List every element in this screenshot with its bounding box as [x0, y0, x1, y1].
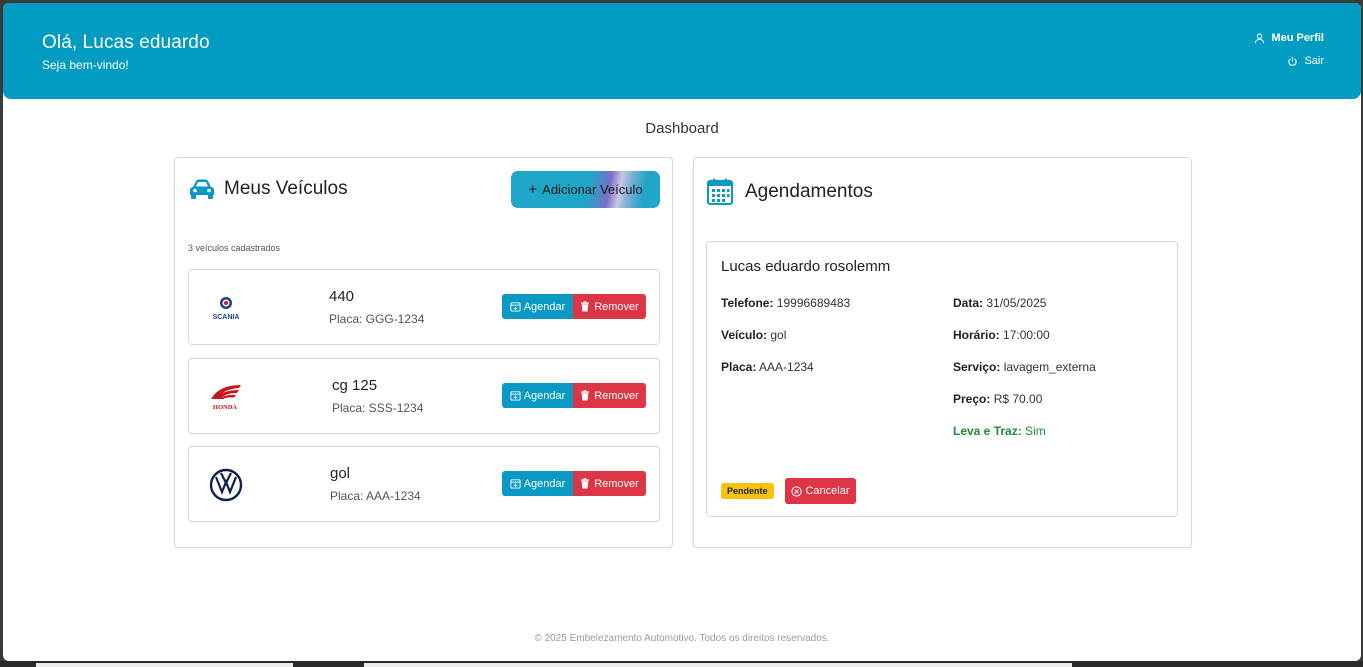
trash-icon: [581, 301, 590, 312]
schedule-label: Agendar: [523, 389, 566, 402]
plus-icon: +: [528, 181, 538, 198]
vehicle-model: gol: [330, 465, 351, 482]
appointment-item: Lucas eduardo rosolemm Telefone: 1999668…: [706, 241, 1178, 517]
appointment-vehicle: Veículo: gol: [721, 328, 787, 342]
taskbar-window-segment[interactable]: [364, 663, 1072, 667]
vehicle-plate: Placa: AAA-1234: [330, 489, 421, 503]
appointment-date: Data: 31/05/2025: [953, 296, 1047, 310]
appointments-title: Agendamentos: [745, 180, 873, 202]
vehicle-plate: Placa: SSS-1234: [332, 401, 424, 415]
profile-label: Meu Perfil: [1271, 32, 1324, 44]
vehicle-item: gol Placa: AAA-1234 Agendar Remover: [188, 446, 660, 522]
vehicle-actions: Agendar Remover: [502, 383, 646, 408]
taskbar-window-segment[interactable]: [36, 663, 293, 667]
vehicle-count: 3 veículos cadastrados: [188, 243, 281, 253]
top-header: Olá, Lucas eduardo Seja bem-vindo! Meu P…: [3, 3, 1361, 99]
logout-link[interactable]: Sair: [1287, 55, 1324, 67]
app-window: Olá, Lucas eduardo Seja bem-vindo! Meu P…: [3, 3, 1361, 661]
calendar-plus-icon: [510, 391, 521, 401]
car-icon: [190, 179, 214, 199]
appointment-service: Serviço: lavagem_externa: [953, 360, 1096, 374]
appointment-phone: Telefone: 19996689483: [721, 296, 851, 310]
appointment-time: Horário: 17:00:00: [953, 328, 1050, 342]
scania-logo-icon: SCANIA: [205, 288, 247, 328]
schedule-button[interactable]: Agendar: [502, 471, 573, 496]
os-taskbar: [0, 661, 1363, 667]
trash-icon: [581, 478, 590, 489]
add-vehicle-label: Adicionar Veículo: [542, 182, 643, 197]
trash-icon: [581, 390, 590, 401]
appointments-card-header: Agendamentos: [707, 178, 873, 205]
schedule-label: Agendar: [523, 477, 566, 490]
profile-link[interactable]: Meu Perfil: [1254, 32, 1324, 44]
appointment-price: Preço: R$ 70.00: [953, 392, 1043, 406]
remove-label: Remover: [594, 389, 639, 402]
logout-label: Sair: [1304, 55, 1324, 67]
remove-label: Remover: [594, 477, 639, 490]
schedule-button[interactable]: Agendar: [502, 383, 573, 408]
vehicle-model: cg 125: [332, 377, 378, 394]
cancel-label: Cancelar: [805, 485, 850, 497]
remove-button[interactable]: Remover: [573, 471, 646, 496]
vehicles-title: Meus Veículos: [224, 178, 348, 199]
footer-copyright: © 2025 Embelezamento Automotivo. Todos o…: [534, 633, 830, 644]
honda-logo-icon: HONDA: [205, 377, 247, 417]
appointments-card: Agendamentos Lucas eduardo rosolemm Tele…: [693, 157, 1192, 548]
vehicle-actions: Agendar Remover: [502, 471, 646, 496]
cancel-appointment-button[interactable]: Cancelar: [785, 478, 856, 504]
appointment-plate: Placa: AAA-1234: [721, 360, 814, 374]
calendar-plus-icon: [510, 302, 521, 312]
vehicle-actions: Agendar Remover: [502, 294, 646, 319]
user-icon: [1255, 33, 1265, 43]
vehicle-model: 440: [329, 288, 355, 305]
greeting-title: Olá, Lucas eduardo: [42, 32, 210, 53]
vehicle-item: HONDA cg 125 Placa: SSS-1234 Agendar Rem…: [188, 358, 660, 434]
appointment-pickup: Leva e Traz: Sim: [953, 424, 1046, 438]
add-vehicle-button[interactable]: + Adicionar Veículo: [511, 171, 660, 208]
calendar-icon: [707, 178, 733, 205]
page-title: Dashboard: [645, 120, 719, 137]
svg-text:HONDA: HONDA: [213, 404, 238, 411]
status-badge: Pendente: [721, 483, 774, 499]
schedule-button[interactable]: Agendar: [502, 294, 573, 319]
remove-button[interactable]: Remover: [573, 294, 646, 319]
remove-label: Remover: [594, 300, 639, 313]
volkswagen-logo-icon: [205, 465, 247, 505]
vehicles-card: Meus Veículos + Adicionar Veículo 3 veíc…: [174, 157, 673, 548]
power-icon: [1288, 56, 1298, 66]
x-circle-icon: [791, 485, 803, 497]
greeting-subtitle: Seja bem-vindo!: [42, 58, 129, 72]
vehicle-plate: Placa: GGG-1234: [329, 312, 425, 326]
vehicle-item: SCANIA 440 Placa: GGG-1234 Agendar Remov…: [188, 269, 660, 345]
appointment-client-name: Lucas eduardo rosolemm: [721, 258, 891, 275]
vehicles-card-header: Meus Veículos: [188, 178, 348, 200]
remove-button[interactable]: Remover: [573, 383, 646, 408]
calendar-plus-icon: [510, 479, 521, 489]
schedule-label: Agendar: [523, 300, 566, 313]
svg-text:SCANIA: SCANIA: [213, 314, 240, 321]
